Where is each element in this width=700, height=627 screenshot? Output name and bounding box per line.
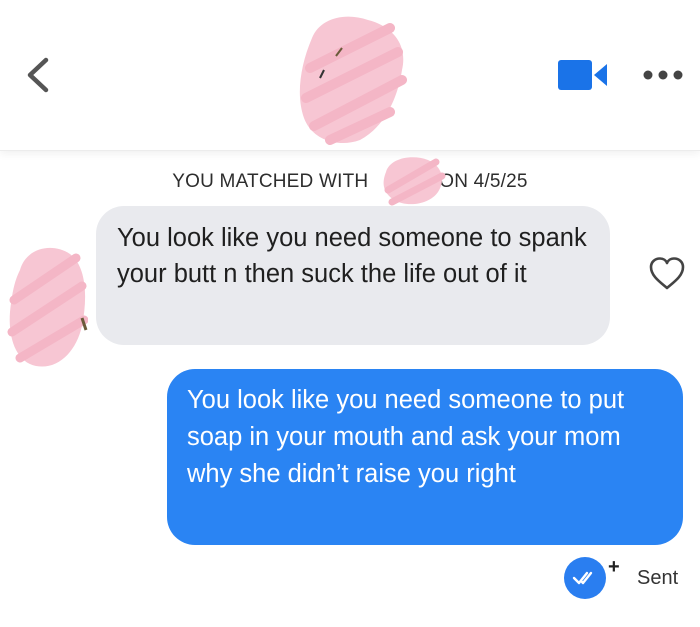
received-message-text: You look like you need someone to spank …: [117, 224, 587, 288]
name-redaction: [383, 157, 446, 206]
sent-message-text: You look like you need someone to put so…: [187, 386, 625, 488]
sent-message-bubble[interactable]: You look like you need someone to put so…: [167, 369, 683, 545]
double-check-icon: [572, 571, 593, 585]
plus-icon: +: [608, 556, 620, 578]
received-message-bubble[interactable]: You look like you need someone to spank …: [96, 206, 610, 345]
sent-status-label: Sent: [637, 567, 679, 589]
match-banner-date: ON 4/5/25: [439, 171, 528, 192]
redacted-sender-avatar[interactable]: [6, 240, 88, 372]
redacted-avatar[interactable]: [290, 8, 415, 148]
like-message-button[interactable]: [648, 256, 686, 292]
video-call-button[interactable]: [557, 58, 609, 92]
ellipsis-icon: [643, 70, 683, 80]
back-button[interactable]: [20, 52, 60, 98]
heart-icon: [649, 257, 685, 290]
chevron-left-icon: [27, 57, 49, 93]
chat-header: [0, 0, 700, 151]
match-banner-prefix: YOU MATCHED WITH: [172, 171, 369, 192]
match-banner: YOU MATCHED WITH ON 4/5/25: [0, 171, 700, 193]
video-camera-icon: [558, 60, 607, 90]
read-receipt-badge[interactable]: [564, 557, 606, 599]
more-options-button[interactable]: [641, 64, 685, 86]
